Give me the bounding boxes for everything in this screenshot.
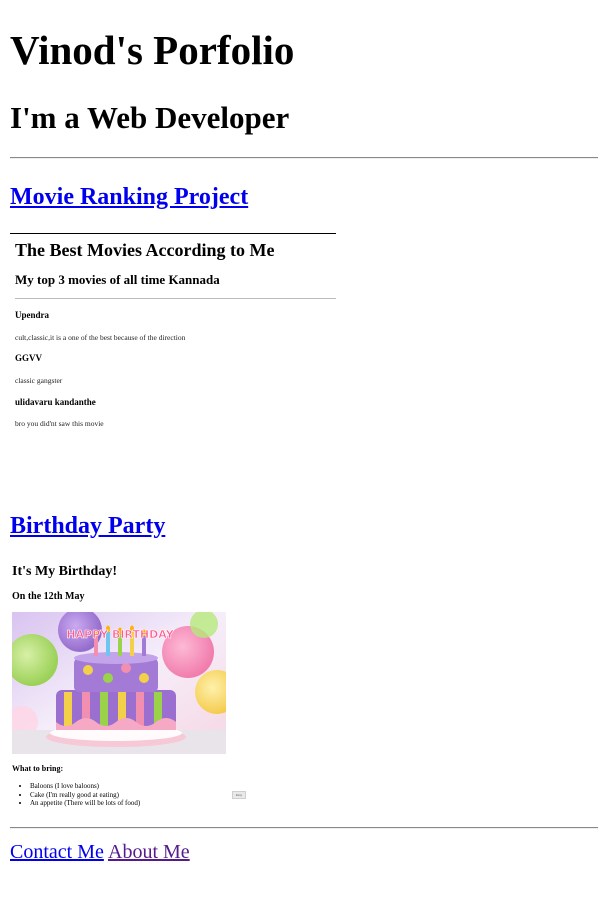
birthday-party-link[interactable]: Birthday Party	[10, 511, 165, 541]
cake-topper-text: HAPPY BIRTHDAY	[66, 628, 174, 641]
page-title: Vinod's Porfolio	[10, 27, 295, 73]
divider-top	[10, 157, 598, 159]
contact-me-link[interactable]: Contact Me	[10, 840, 104, 864]
about-me-link[interactable]: About Me	[108, 840, 190, 864]
list-item: Baloons (I love baloons)	[30, 782, 140, 791]
movie-item-desc: cult,classic,it is a one of the best bec…	[15, 333, 186, 342]
movie-title: The Best Movies According to Me	[15, 240, 275, 260]
rsvp-button[interactable]: Rsvp	[232, 791, 246, 799]
movie-item-name: ulidavaru kandanthe	[15, 397, 96, 407]
list-item: An appetite (There will be lots of food)	[30, 799, 140, 808]
movie-item-name: GGVV	[15, 353, 42, 363]
bring-list: Baloons (I love baloons) Cake (I'm reall…	[12, 782, 140, 808]
bring-heading: What to bring:	[12, 764, 64, 773]
movie-project-frame[interactable]: The Best Movies According to Me My top 3…	[10, 232, 336, 462]
list-item: Cake (I'm really good at eating)	[30, 791, 140, 800]
birthday-cake-image: HAPPY BIRTHDAY	[12, 612, 226, 754]
movie-divider	[15, 298, 336, 299]
page-subtitle: I'm a Web Developer	[10, 100, 290, 135]
birthday-frame[interactable]: It's My Birthday! On the 12th May HAPPY …	[10, 560, 250, 812]
movie-subtitle: My top 3 movies of all time Kannada	[15, 272, 220, 287]
movie-frame-top-rule	[10, 233, 336, 234]
movie-item-desc: bro you did'nt saw this movie	[15, 419, 104, 428]
movie-item-desc: classic gangster	[15, 376, 63, 385]
birthday-heading: It's My Birthday!	[12, 564, 117, 579]
movie-project-link[interactable]: Movie Ranking Project	[10, 182, 248, 212]
divider-bottom	[10, 827, 598, 829]
movie-item-name: Upendra	[15, 310, 50, 320]
birthday-date: On the 12th May	[12, 591, 85, 602]
